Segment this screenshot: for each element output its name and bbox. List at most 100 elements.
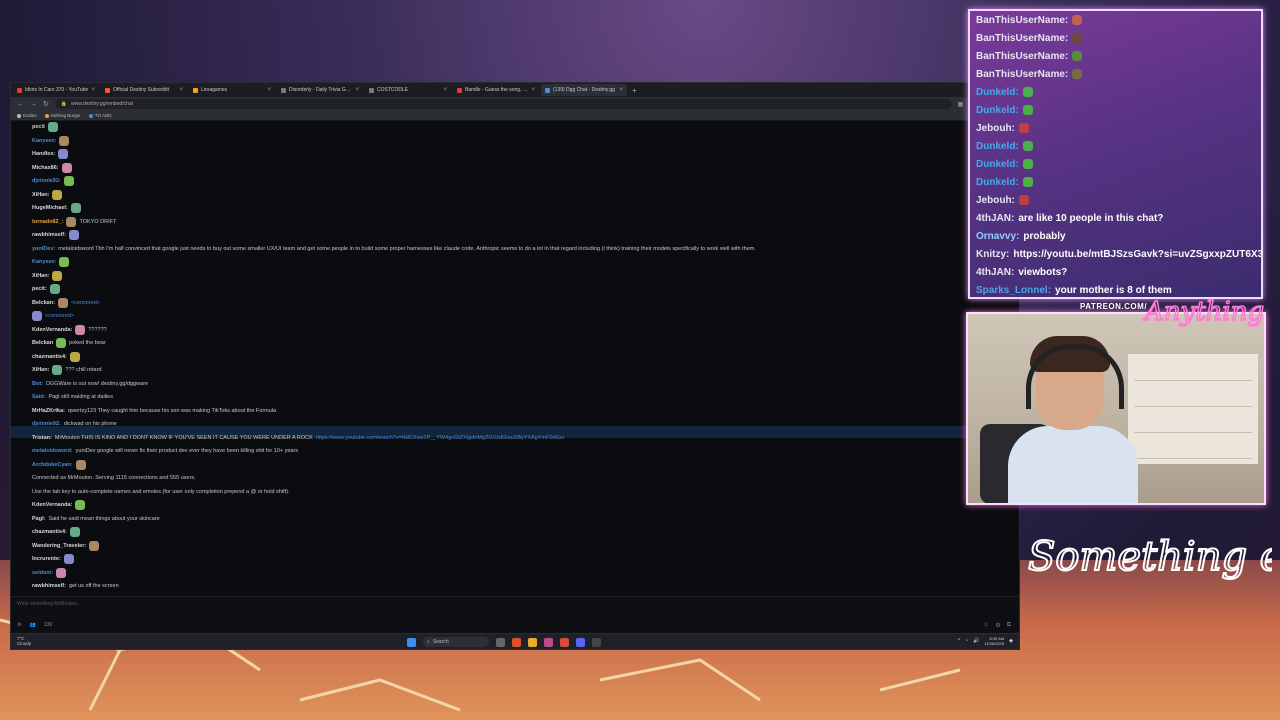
chat-username[interactable]: XiHan: bbox=[32, 192, 49, 198]
emote-icon bbox=[1022, 159, 1033, 169]
chat-username[interactable]: pecit: bbox=[32, 286, 47, 292]
tab-leoagames[interactable]: Leoagames × bbox=[189, 84, 275, 96]
reload-icon[interactable]: ↻ bbox=[43, 100, 49, 108]
chevron-up-icon[interactable]: ^ bbox=[958, 638, 960, 644]
file-explorer-icon[interactable] bbox=[528, 637, 537, 647]
chat-username[interactable]: Kanyeee: bbox=[32, 259, 56, 265]
users-icon[interactable]: 👥 bbox=[29, 622, 35, 628]
overlay-username: 4thJAN: bbox=[976, 212, 1015, 224]
chat-username[interactable]: Incrurente: bbox=[32, 556, 61, 562]
tab-reddit[interactable]: Official Destiny Subreddit × bbox=[101, 84, 187, 96]
chat-username[interactable]: djvinnie92: bbox=[32, 421, 61, 427]
chat-message: Kanyeee: bbox=[17, 256, 70, 268]
chat-message: XiHan: bbox=[17, 270, 63, 282]
chat-message: Incrurente: bbox=[17, 553, 74, 565]
chat-username[interactable]: yuniDev: bbox=[32, 246, 55, 252]
extensions-icon[interactable]: ▦ bbox=[958, 101, 964, 108]
windows-start-icon[interactable] bbox=[407, 637, 416, 647]
chat-username[interactable]: HugeMichael: bbox=[32, 205, 68, 211]
chat-username[interactable]: metaloidsword: bbox=[32, 448, 73, 454]
close-tab-icon[interactable]: × bbox=[355, 87, 359, 93]
tab-disorderly[interactable]: Disorderly - Daily Trivia Game × bbox=[277, 84, 363, 96]
emote-icon bbox=[52, 270, 63, 281]
close-tab-icon[interactable]: × bbox=[267, 87, 271, 93]
chat-username[interactable]: chazmantis4: bbox=[32, 354, 67, 360]
chat-username[interactable]: Michax86: bbox=[32, 165, 59, 171]
tab-bandle[interactable]: Bandle - Guess the song, one in × bbox=[453, 84, 539, 96]
chat-username[interactable]: Wandering_Traveler: bbox=[32, 543, 86, 549]
notification-icon[interactable]: ◆ bbox=[1009, 638, 1013, 644]
network-icon[interactable]: ◔ bbox=[965, 638, 968, 644]
emote-icon[interactable]: ☺ bbox=[983, 622, 989, 629]
close-tab-icon[interactable]: × bbox=[619, 87, 623, 93]
tab-dgg-chat[interactable]: (139) Dgg Chat - Destiny.gg × bbox=[541, 84, 627, 96]
chat-link[interactable]: https://www.youtube.com/watch?v=NdCXow1P… bbox=[316, 435, 564, 441]
chat-username[interactable]: Kanyeee: bbox=[32, 138, 56, 144]
chat-username[interactable]: MrHaZKrtka: bbox=[32, 408, 65, 414]
overlay-username: Dunkeld: bbox=[976, 104, 1019, 116]
emote-icon bbox=[52, 189, 63, 200]
obs-icon[interactable] bbox=[592, 637, 601, 647]
bookmark-to-add[interactable]: TO ADD bbox=[88, 113, 111, 118]
chat-username[interactable]: Tristan: bbox=[32, 435, 52, 441]
settings-icon[interactable]: ⚙ bbox=[17, 622, 21, 628]
script-text-bottom: Something else bbox=[1028, 534, 1272, 580]
dresser bbox=[1128, 354, 1258, 464]
address-bar[interactable]: 🔒 www.destiny.gg/embed/chat bbox=[54, 99, 952, 109]
weather-widget[interactable]: 7°C Cloudy bbox=[17, 636, 31, 646]
close-tab-icon[interactable]: × bbox=[91, 87, 95, 93]
chat-username[interactable]: tornado82_: bbox=[32, 219, 63, 225]
chat-footer: ⚙ 👥 139 bbox=[17, 622, 52, 628]
emote-icon bbox=[1022, 177, 1033, 187]
popout-icon[interactable]: ⧉ bbox=[1007, 622, 1011, 629]
chat-username[interactable]: seldom: bbox=[32, 570, 53, 576]
chat-username[interactable]: Pagl: bbox=[32, 516, 45, 522]
bookmark-nothing-burger[interactable]: Nothing Burger bbox=[44, 113, 81, 118]
chrome-icon[interactable] bbox=[560, 637, 569, 647]
chat-username[interactable]: XiHan: bbox=[32, 273, 49, 279]
close-tab-icon[interactable]: × bbox=[443, 87, 447, 93]
chat-username[interactable]: djvinnie92: bbox=[32, 178, 61, 184]
tab-youtube[interactable]: Idiots In Cars 370 - YouTube × bbox=[13, 84, 99, 96]
overlay-username: Ornavvy: bbox=[976, 230, 1020, 242]
bookmark-dailies[interactable]: Dailies bbox=[17, 113, 37, 118]
volume-icon[interactable]: 🔊 bbox=[973, 638, 979, 644]
overlay-username: Dunkeld: bbox=[976, 176, 1019, 188]
chat-username[interactable]: rawbhimself: bbox=[32, 232, 66, 238]
forward-icon[interactable]: → bbox=[30, 101, 37, 108]
chat-username[interactable]: chazmantis4: bbox=[32, 529, 67, 535]
chat-username[interactable]: Handles: bbox=[32, 151, 55, 157]
chat-username[interactable]: KdenVernanda: bbox=[32, 502, 72, 508]
gear-icon[interactable]: ⚙ bbox=[995, 622, 1000, 629]
discord-icon[interactable] bbox=[576, 637, 585, 647]
back-icon[interactable]: ← bbox=[17, 101, 24, 108]
new-tab-icon[interactable]: + bbox=[629, 86, 640, 95]
chat-username[interactable]: ArchdukeCyan: bbox=[32, 462, 73, 468]
chat-username[interactable]: pecit bbox=[32, 124, 45, 130]
brave-icon[interactable] bbox=[512, 637, 521, 647]
chat-username[interactable]: XiHan: bbox=[32, 367, 49, 373]
chat-username[interactable]: Belckan bbox=[32, 340, 53, 346]
chat-username[interactable]: KdenVernanda: bbox=[32, 327, 72, 333]
close-tab-icon[interactable]: × bbox=[179, 87, 183, 93]
clock[interactable]: 8:39 AM 11/08/2025 bbox=[984, 636, 1004, 646]
close-tab-icon[interactable]: × bbox=[531, 87, 535, 93]
chat-message: Said: Pagl still maiding at dailies bbox=[17, 391, 113, 403]
tab-label: (139) Dgg Chat - Destiny.gg bbox=[553, 87, 615, 93]
chat-username[interactable]: Said: bbox=[32, 394, 45, 400]
overlay-chat-line: BanThisUserName: bbox=[976, 11, 1083, 29]
taskbar-search[interactable]: ⌕ Search bbox=[423, 637, 489, 647]
chat-message: rawbhimself: bbox=[17, 229, 79, 241]
overlay-username: Jebouh: bbox=[976, 122, 1015, 134]
overlay-chat-line: BanThisUserName: bbox=[976, 29, 1083, 47]
app-icon[interactable] bbox=[544, 637, 553, 647]
chat-username[interactable]: rawbhimself: bbox=[32, 583, 66, 589]
task-view-icon[interactable] bbox=[496, 637, 505, 647]
emote-icon bbox=[1018, 123, 1029, 133]
chat-username[interactable]: Bot: bbox=[32, 381, 43, 387]
chat-username[interactable]: Belckan: bbox=[32, 300, 55, 306]
tab-costcodle[interactable]: COSTCODLE × bbox=[365, 84, 451, 96]
overlay-username: Sparks_Lonnel: bbox=[976, 284, 1052, 296]
chat-message: pecit: bbox=[17, 283, 60, 295]
chat-input[interactable]: Write something MrMouton... bbox=[17, 601, 81, 607]
